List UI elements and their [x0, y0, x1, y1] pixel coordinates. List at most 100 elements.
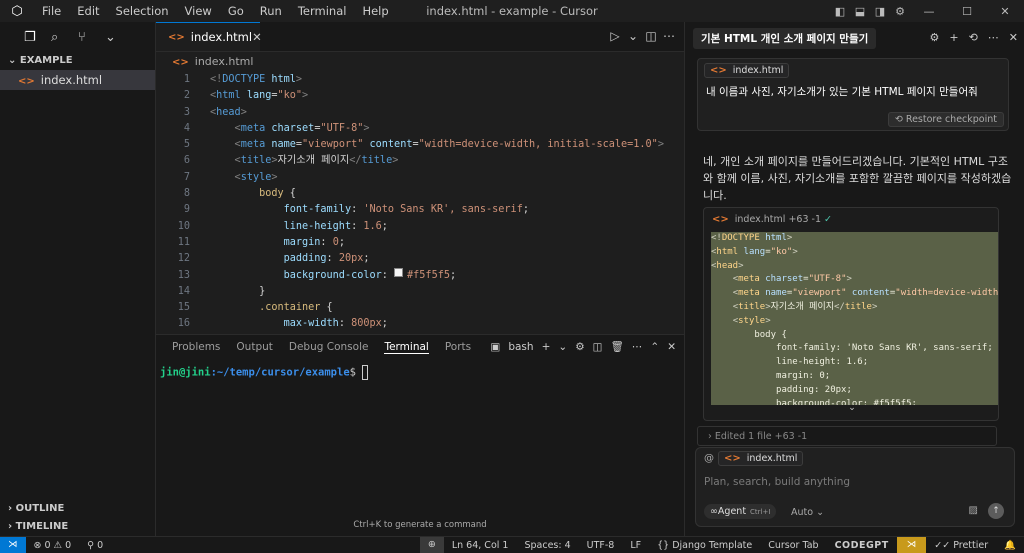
close-chat-icon[interactable]: ✕ [1009, 31, 1018, 44]
line-number: 13 [177, 269, 190, 281]
cursor-position[interactable]: Ln 64, Col 1 [444, 540, 517, 551]
code-token: html [216, 90, 241, 102]
menu-item-help[interactable]: Help [354, 0, 396, 22]
cursor-tab-status[interactable]: Cursor Tab [760, 540, 826, 551]
breadcrumb[interactable]: <> index.html [156, 52, 684, 72]
chevron-down-icon[interactable]: ⌄ [105, 30, 132, 45]
chat-tab-title[interactable]: 기본 HTML 개인 소개 페이지 만들기 [693, 27, 877, 49]
code-token: meta [240, 139, 266, 151]
mention-icon[interactable]: @ [704, 453, 714, 464]
more-actions-icon[interactable]: ⋯ [660, 29, 678, 43]
tab-debug-console[interactable]: Debug Console [289, 341, 369, 353]
prettier-status[interactable]: ✓✓ Prettier [926, 540, 996, 551]
chat-input-box[interactable]: @ <> index.html Plan, search, build anyth… [695, 447, 1015, 527]
html-file-icon: <> [724, 453, 741, 464]
terminal-settings-icon[interactable]: ⚙ [575, 341, 584, 353]
indentation[interactable]: Spaces: 4 [516, 540, 578, 551]
menu-item-go[interactable]: Go [220, 0, 252, 22]
ports-status[interactable]: ⚲ 0 [79, 540, 111, 551]
agent-mode-selector[interactable]: ∞ Agent Ctrl+I [704, 504, 777, 519]
maximize-panel-icon[interactable]: ⌃ [650, 341, 659, 353]
split-editor-icon[interactable]: ◫ [642, 29, 660, 43]
menu-item-view[interactable]: View [177, 0, 220, 22]
toggle-panel-icon[interactable]: ⬓ [850, 5, 870, 18]
toggle-secondary-sidebar-icon[interactable]: ◨ [870, 5, 890, 18]
new-terminal-icon[interactable]: + [542, 341, 551, 353]
terminal-shell-name[interactable]: bash [508, 341, 533, 353]
code-diff-block[interactable]: <> index.html +63 -1 ✓ <! DOCTYPE html > < ht… [703, 207, 999, 421]
chat-input-placeholder[interactable]: Plan, search, build anything [704, 476, 850, 488]
kill-terminal-icon[interactable]: 🗑 [611, 340, 624, 353]
file-item-index-html[interactable]: <> index.html [0, 70, 155, 90]
code-line: < style > [711, 315, 998, 329]
source-control-icon[interactable]: ⑂ [78, 30, 105, 45]
chevron-down-icon[interactable]: ⌄ [558, 341, 567, 353]
send-button[interactable]: ↑ [988, 503, 1004, 519]
search-icon[interactable]: ⌕ [51, 30, 78, 45]
code-token: "viewport" [792, 288, 847, 299]
minimize-button[interactable]: — [910, 5, 948, 18]
code-token: </ [349, 155, 362, 167]
timeline-section[interactable]: › TIMELINE [0, 518, 155, 536]
code-token: ; [449, 269, 457, 281]
menu-item-edit[interactable]: Edit [69, 0, 107, 22]
line-ending[interactable]: LF [622, 540, 649, 551]
close-window-button[interactable]: ✕ [986, 5, 1024, 18]
outline-section[interactable]: › OUTLINE [0, 500, 155, 518]
line-number: 12 [177, 253, 190, 265]
explorer-section-header[interactable]: ⌄ EXAMPLE [0, 52, 155, 70]
maximize-button[interactable]: ☐ [948, 5, 986, 18]
tab-problems[interactable]: Problems [172, 341, 220, 353]
code-line: font-family: 'Noto Sans KR', sans-serif; [711, 342, 998, 356]
expand-chevron-icon[interactable]: ⌄ [704, 403, 998, 420]
close-tab-icon[interactable]: ✕ [252, 30, 262, 44]
chat-settings-icon[interactable]: ⚙ [929, 31, 939, 44]
code-token: "ko" [770, 246, 793, 257]
code-token: line-height: 1.6; [711, 357, 869, 368]
menu-item-run[interactable]: Run [252, 0, 290, 22]
zoom-icon[interactable]: ⊕ [419, 537, 444, 553]
input-context-chip[interactable]: <> index.html [718, 451, 804, 466]
terminal[interactable]: jin@jini:~/temp/cursor/example$ [156, 359, 684, 380]
history-icon[interactable]: ⟲ [969, 31, 978, 44]
image-icon[interactable]: ▨ [969, 505, 978, 516]
more-actions-icon[interactable]: ⋯ [988, 31, 999, 44]
restore-checkpoint-button[interactable]: ⟲ Restore checkpoint [887, 112, 1004, 127]
close-panel-icon[interactable]: ✕ [667, 341, 676, 353]
tab-terminal[interactable]: Terminal [384, 341, 429, 354]
user-message[interactable]: <> index.html 내 이름과 사진, 자기소개가 있는 기본 HTML … [697, 58, 1009, 131]
edited-files-summary[interactable]: › Edited 1 file +63 -1 [697, 426, 997, 446]
remote-icon[interactable]: ⋊ [0, 537, 26, 553]
cursor-icon[interactable]: ⋊ [896, 537, 927, 553]
language-mode[interactable]: {} Django Template [649, 540, 760, 551]
code-token: meta [738, 288, 760, 299]
line-number: 3 [183, 106, 190, 118]
encoding[interactable]: UTF-8 [579, 540, 623, 551]
tab-index-html[interactable]: <> index.html ✕ [156, 22, 262, 51]
context-file-chip[interactable]: <> index.html [704, 63, 790, 78]
color-swatch[interactable] [394, 267, 404, 277]
explorer-files-icon[interactable]: ❐ [24, 30, 51, 45]
run-icon[interactable]: ▷ [606, 29, 624, 43]
model-selector[interactable]: Auto ⌄ [791, 507, 824, 518]
settings-gear-icon[interactable]: ⚙ [890, 5, 910, 18]
more-actions-icon[interactable]: ⋯ [632, 341, 643, 353]
status-bar: ⋊ ⊗ 0 ⚠ 0 ⚲ 0 ⊕ Ln 64, Col 1 Spaces: 4 U… [0, 536, 1024, 553]
notifications-bell-icon[interactable]: 🔔 [996, 540, 1024, 551]
problems-status[interactable]: ⊗ 0 ⚠ 0 [26, 540, 80, 551]
menu-item-terminal[interactable]: Terminal [290, 0, 355, 22]
window-controls: ◧ ⬓ ◨ ⚙ — ☐ ✕ [830, 0, 1024, 22]
chevron-down-icon[interactable]: ⌄ [624, 29, 642, 43]
html-file-icon: <> [18, 76, 35, 87]
new-chat-icon[interactable]: + [949, 31, 958, 44]
check-icon: ✓ [824, 214, 832, 225]
toggle-primary-sidebar-icon[interactable]: ◧ [830, 5, 850, 18]
split-terminal-icon[interactable]: ◫ [593, 341, 603, 353]
codegpt-status[interactable]: CODEGPT [827, 540, 897, 551]
menu-item-selection[interactable]: Selection [108, 0, 177, 22]
tab-output[interactable]: Output [236, 341, 272, 353]
menu-item-file[interactable]: File [34, 0, 69, 22]
code-editor[interactable]: 1 <! DOCTYPE html >2 < html lang = "ko" >3 < head >… [156, 72, 684, 334]
tab-ports[interactable]: Ports [445, 341, 471, 353]
